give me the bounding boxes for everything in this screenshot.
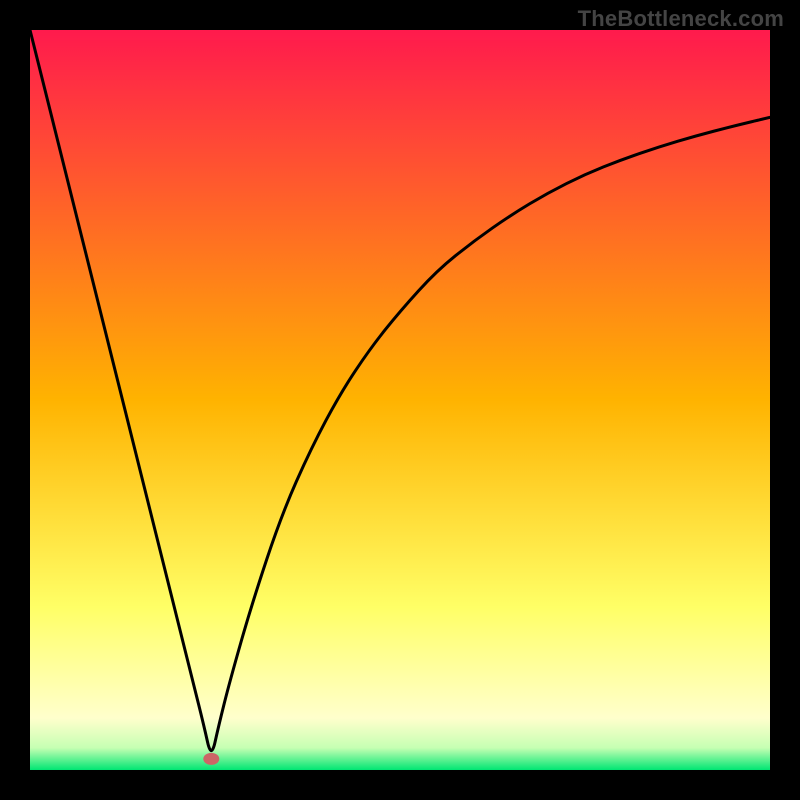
- plot-area: [30, 30, 770, 770]
- chart-svg: [30, 30, 770, 770]
- watermark-text: TheBottleneck.com: [578, 6, 784, 32]
- optimum-marker: [203, 753, 219, 765]
- chart-background: [30, 30, 770, 770]
- chart-frame: TheBottleneck.com: [0, 0, 800, 800]
